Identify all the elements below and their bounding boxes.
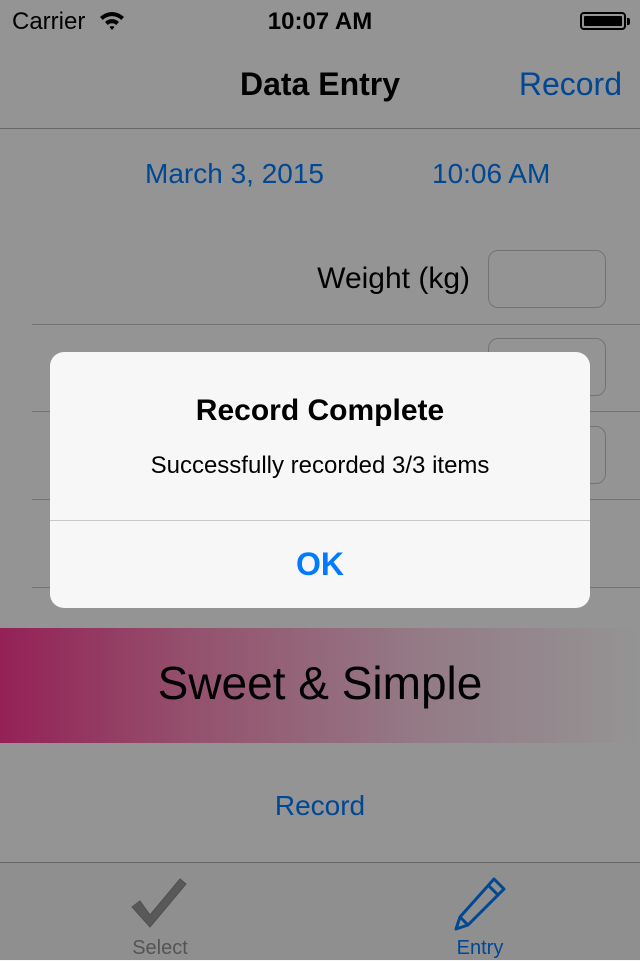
alert-title: Record Complete <box>195 394 445 427</box>
alert-ok-button[interactable]: OK <box>50 521 590 608</box>
alert-dialog: Record Complete Successfully recorded 3/… <box>50 352 590 608</box>
alert-message: Successfully recorded 3/3 items <box>150 452 490 479</box>
app-screen: Carrier 10:07 AM Data Entry Record March… <box>0 0 640 961</box>
